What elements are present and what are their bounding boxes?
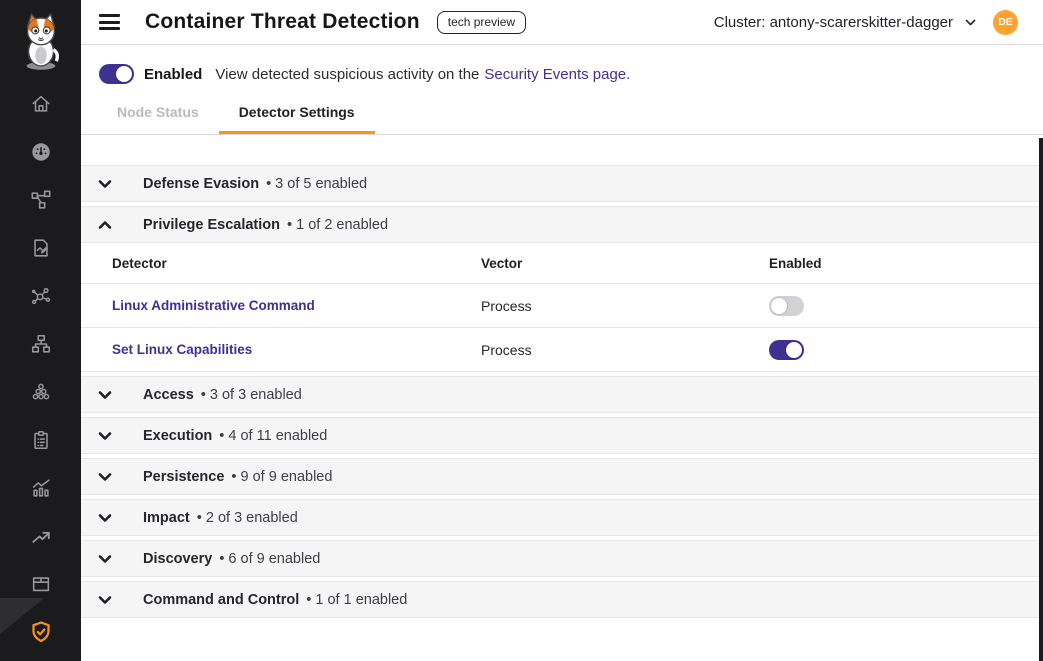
category-row-execution[interactable]: Execution • 4 of 11 enabled xyxy=(81,417,1043,454)
table-row: Set Linux Capabilities Process xyxy=(81,328,1043,372)
table-row: Linux Administrative Command Process xyxy=(81,284,1043,328)
category-row-command-and-control[interactable]: Command and Control • 1 of 1 enabled xyxy=(81,581,1043,618)
hierarchy-icon xyxy=(30,333,52,355)
status-description: View detected suspicious activity on the xyxy=(215,66,479,83)
toggle-knob xyxy=(786,342,802,358)
detector-link-linux-administrative-command[interactable]: Linux Administrative Command xyxy=(112,298,481,313)
sidebar-item-network-graph[interactable] xyxy=(0,176,81,224)
page-title: Container Threat Detection xyxy=(145,10,420,34)
detector-table: Detector Vector Enabled Linux Administra… xyxy=(81,243,1043,372)
cluster-selector[interactable]: Cluster: antony-scarerskitter-dagger xyxy=(714,14,977,31)
category-name: Privilege Escalation xyxy=(143,217,280,233)
category-row-defense-evasion[interactable]: Defense Evasion • 3 of 5 enabled xyxy=(81,165,1043,202)
home-icon xyxy=(30,93,52,115)
category-name: Persistence xyxy=(143,469,224,485)
detector-link-set-linux-capabilities[interactable]: Set Linux Capabilities xyxy=(112,342,481,357)
policy-report-icon xyxy=(30,237,52,259)
detector-table-header: Detector Vector Enabled xyxy=(81,243,1043,284)
cluster-nodes-icon xyxy=(30,381,52,403)
category-name: Execution xyxy=(143,428,212,444)
detector-settings-content: Defense Evasion • 3 of 5 enabled Privile… xyxy=(81,135,1043,618)
enabled-toggle[interactable] xyxy=(99,64,134,84)
chevron-down-icon xyxy=(97,176,113,192)
topbar-right: Cluster: antony-scarerskitter-dagger DE xyxy=(714,10,1018,35)
hamburger-menu-icon[interactable] xyxy=(99,7,120,38)
sidebar-item-cluster-nodes[interactable] xyxy=(0,368,81,416)
security-events-link[interactable]: Security Events page. xyxy=(484,66,630,83)
sidebar-item-home[interactable] xyxy=(0,80,81,128)
category-summary: • 1 of 2 enabled xyxy=(287,217,388,233)
sidebar-nav xyxy=(0,80,81,656)
shield-check-icon xyxy=(29,620,53,644)
service-connections-icon xyxy=(30,285,52,307)
sidebar-item-dashboard[interactable] xyxy=(0,128,81,176)
category-row-impact[interactable]: Impact • 2 of 3 enabled xyxy=(81,499,1043,536)
sub-header: Enabled View detected suspicious activit… xyxy=(81,45,1043,135)
vector-cell: Process xyxy=(481,342,769,358)
toggle-knob xyxy=(116,66,132,82)
tab-node-status[interactable]: Node Status xyxy=(97,104,219,134)
category-summary: • 3 of 5 enabled xyxy=(266,176,367,192)
sidebar-item-compliance[interactable] xyxy=(0,416,81,464)
detector-toggle-linux-administrative-command[interactable] xyxy=(769,296,804,316)
chevron-down-icon xyxy=(97,428,113,444)
chevron-up-icon xyxy=(97,217,113,233)
category-row-access[interactable]: Access • 3 of 3 enabled xyxy=(81,376,1043,413)
top-header: Container Threat Detection tech preview … xyxy=(81,0,1043,45)
sidebar xyxy=(0,0,81,661)
sidebar-item-risk-trend[interactable] xyxy=(0,512,81,560)
avatar[interactable]: DE xyxy=(993,10,1018,35)
chevron-down-icon xyxy=(97,469,113,485)
dashboard-gauge-icon xyxy=(30,141,52,163)
chevron-down-icon xyxy=(97,592,113,608)
status-row: Enabled View detected suspicious activit… xyxy=(81,45,1043,84)
category-name: Access xyxy=(143,387,194,403)
category-name: Command and Control xyxy=(143,592,299,608)
column-header-detector: Detector xyxy=(112,256,481,271)
chevron-down-icon xyxy=(964,16,977,29)
scrollbar[interactable] xyxy=(1039,138,1043,661)
category-row-discovery[interactable]: Discovery • 6 of 9 enabled xyxy=(81,540,1043,577)
category-row-persistence[interactable]: Persistence • 9 of 9 enabled xyxy=(81,458,1043,495)
cat-logo-image xyxy=(18,11,64,71)
vector-cell: Process xyxy=(481,298,769,314)
category-row-privilege-escalation[interactable]: Privilege Escalation • 1 of 2 enabled xyxy=(81,206,1043,243)
enabled-label: Enabled xyxy=(144,66,202,83)
tech-preview-badge: tech preview xyxy=(437,11,526,34)
column-header-vector: Vector xyxy=(481,256,769,271)
sidebar-item-hierarchy[interactable] xyxy=(0,320,81,368)
analytics-chart-icon xyxy=(30,477,52,499)
detector-toggle-set-linux-capabilities[interactable] xyxy=(769,340,804,360)
category-summary: • 9 of 9 enabled xyxy=(231,469,332,485)
sidebar-item-service-connections[interactable] xyxy=(0,272,81,320)
category-name: Discovery xyxy=(143,551,212,567)
sidebar-item-analytics[interactable] xyxy=(0,464,81,512)
sidebar-item-registry[interactable] xyxy=(0,560,81,608)
category-summary: • 6 of 9 enabled xyxy=(219,551,320,567)
cluster-selector-label: Cluster: antony-scarerskitter-dagger xyxy=(714,14,953,31)
column-header-enabled: Enabled xyxy=(769,256,1043,271)
tab-detector-settings[interactable]: Detector Settings xyxy=(219,104,375,134)
chevron-down-icon xyxy=(97,387,113,403)
app-window: Container Threat Detection tech preview … xyxy=(0,0,1043,661)
cat-logo[interactable] xyxy=(0,0,81,71)
category-name: Impact xyxy=(143,510,190,526)
category-summary: • 2 of 3 enabled xyxy=(197,510,298,526)
category-summary: • 3 of 3 enabled xyxy=(201,387,302,403)
category-summary: • 1 of 1 enabled xyxy=(306,592,407,608)
tab-bar: Node Status Detector Settings xyxy=(81,104,1043,134)
toggle-knob xyxy=(771,298,787,314)
chevron-down-icon xyxy=(97,510,113,526)
chevron-down-icon xyxy=(97,551,113,567)
sidebar-item-policy-report[interactable] xyxy=(0,224,81,272)
registry-box-icon xyxy=(30,573,52,595)
category-name: Defense Evasion xyxy=(143,176,259,192)
main-panel: Container Threat Detection tech preview … xyxy=(81,0,1043,661)
category-summary: • 4 of 11 enabled xyxy=(219,428,327,444)
compliance-clipboard-icon xyxy=(30,429,52,451)
network-graph-icon xyxy=(30,189,52,211)
sidebar-item-security-shield[interactable] xyxy=(0,608,81,656)
risk-trend-arrow-icon xyxy=(30,525,52,547)
